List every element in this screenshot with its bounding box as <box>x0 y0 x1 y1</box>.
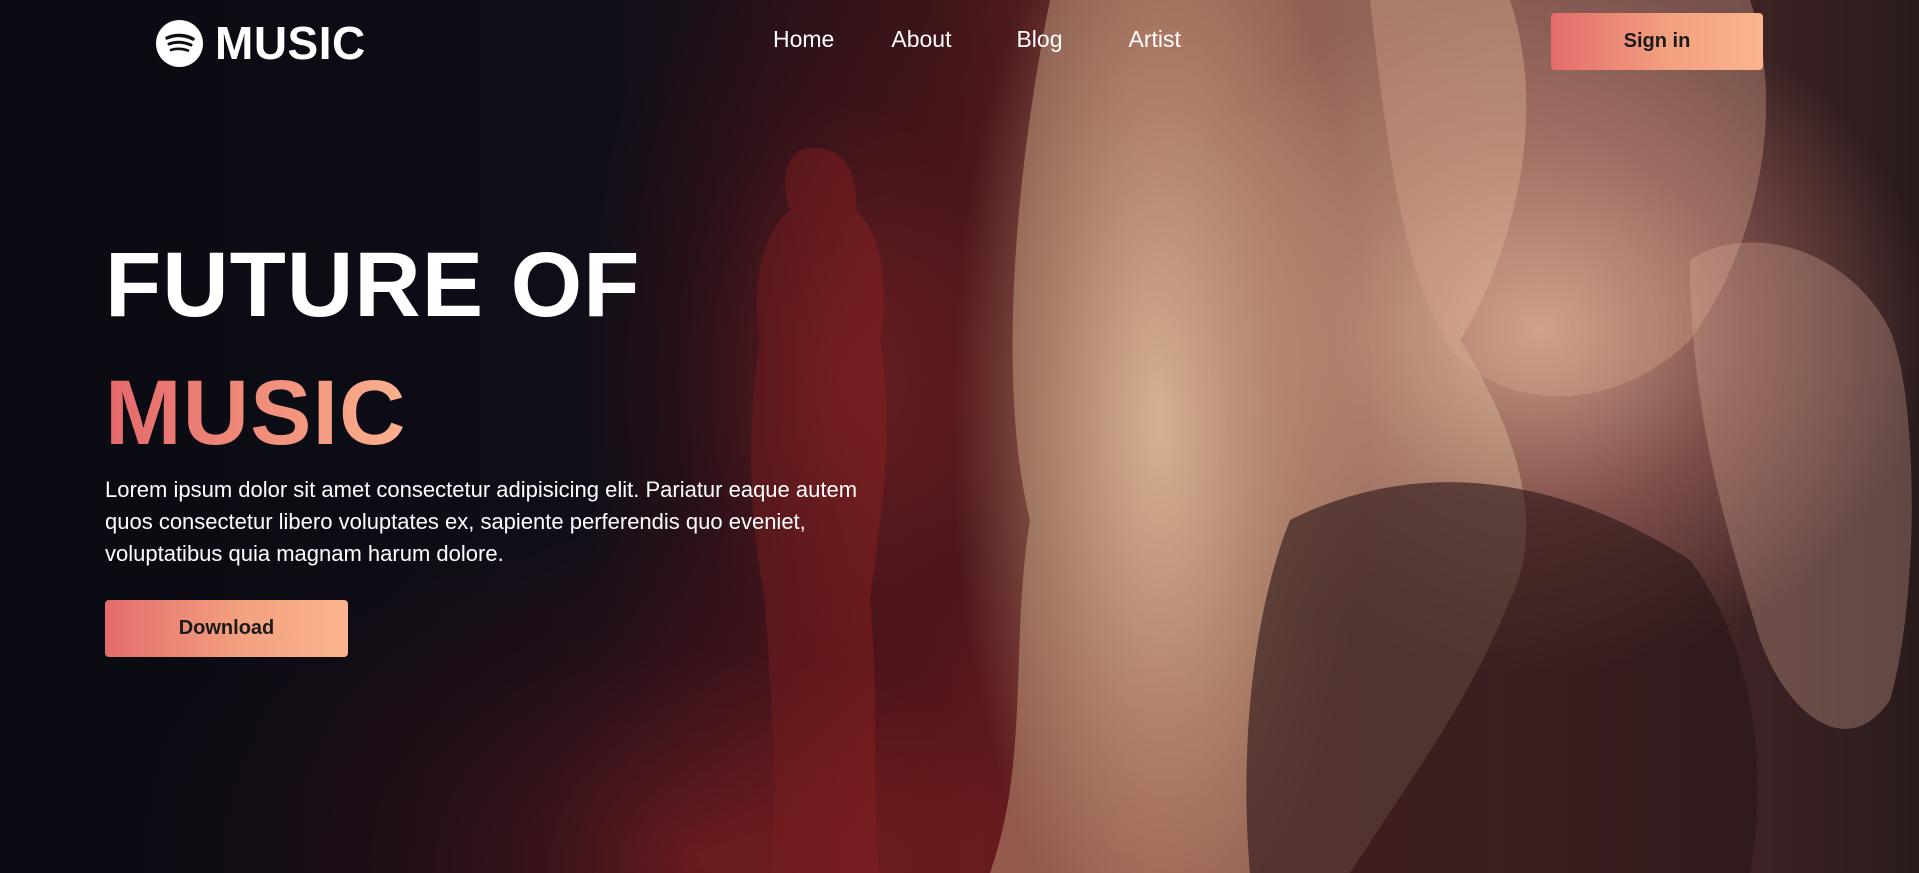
hero-description: Lorem ipsum dolor sit amet consectetur a… <box>105 477 858 566</box>
hero-title-line2: MUSIC <box>105 358 406 468</box>
download-button[interactable]: Download <box>105 600 348 657</box>
artist-portrait-image <box>990 0 1912 873</box>
nav-link-about[interactable]: About <box>891 26 951 53</box>
brand-name: MUSIC <box>215 17 366 69</box>
hero-title-line1: FUTURE OF <box>105 234 641 336</box>
spotify-logo-icon <box>156 19 203 67</box>
top-nav: MUSIC Home About Blog Artist Sign in <box>0 0 1919 86</box>
nav-link-home[interactable]: Home <box>773 26 834 53</box>
nav-link-artist[interactable]: Artist <box>1129 26 1181 53</box>
nav-link-blog[interactable]: Blog <box>1016 26 1062 53</box>
brand-logo[interactable]: MUSIC <box>156 17 366 69</box>
hero-section: MUSIC Home About Blog Artist Sign in FUT… <box>0 0 1919 873</box>
nav-links: Home About Blog Artist <box>773 26 1181 53</box>
sign-in-button[interactable]: Sign in <box>1551 13 1763 70</box>
